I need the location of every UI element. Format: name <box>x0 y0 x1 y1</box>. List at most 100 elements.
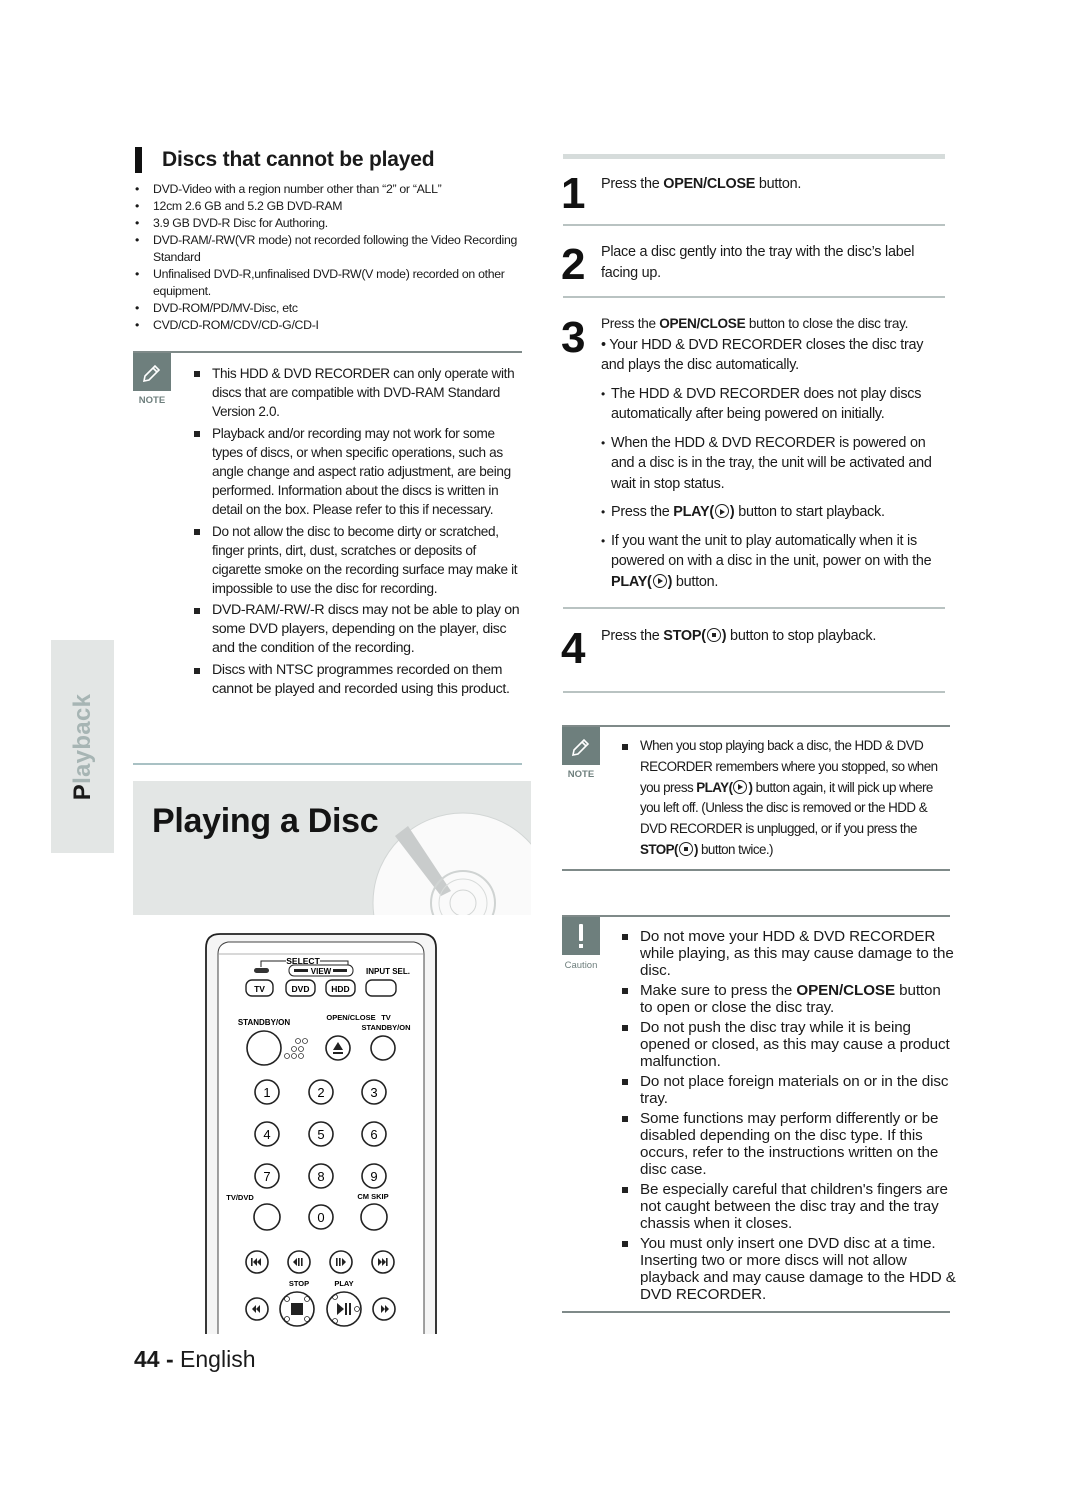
input-sel-button <box>365 979 397 997</box>
input-sel-label: INPUT SEL. <box>366 967 410 976</box>
remote-control-illustration: SELECT VIEW INPUT SEL. TV DVD HDD STANDB… <box>198 928 444 1334</box>
stop-icon <box>706 628 721 642</box>
note-divider <box>562 869 950 871</box>
standby-button <box>246 1030 282 1066</box>
digit-1: 1 <box>263 1085 270 1100</box>
note-list: When you stop playing back a disc, the H… <box>616 736 951 861</box>
caution-item: Do not place foreign materials on or in … <box>616 1073 956 1107</box>
digit-9: 9 <box>370 1169 377 1184</box>
note-label: NOTE <box>567 769 595 780</box>
note-item: Discs with NTSC programmes recorded on t… <box>188 661 522 699</box>
view-label: VIEW <box>311 967 332 976</box>
chapter-tab-label: Playback <box>68 693 96 800</box>
caution-badge: Caution <box>562 917 600 971</box>
play-icon <box>714 504 729 518</box>
bullet-item: If you want the unit to play automatical… <box>601 531 946 593</box>
caution-item: You must only insert one DVD disc at a t… <box>616 1235 956 1303</box>
chapter-banner: Playing a Disc <box>133 781 531 915</box>
steps-top-rule <box>563 154 945 159</box>
list-item: Unfinalised DVD-R,unfinalised DVD-RW(V m… <box>134 266 524 300</box>
digit-2: 2 <box>317 1085 324 1100</box>
digit-3: 3 <box>370 1085 377 1100</box>
standby-label: STANDBY/ON <box>238 1018 291 1027</box>
digit-5: 5 <box>317 1127 324 1142</box>
chapter-tab: Playback <box>51 640 114 853</box>
bullet-item: Press the PLAY() button to start playbac… <box>601 502 946 523</box>
caution-divider <box>562 915 950 917</box>
note-label: NOTE <box>138 395 166 406</box>
note-item: Do not allow the disc to become dirty or… <box>188 522 522 598</box>
step-number: 2 <box>561 240 586 289</box>
tv-label: TV <box>381 1013 391 1022</box>
caution-item: Do not push the disc tray while it is be… <box>616 1019 956 1070</box>
page-number: 44 - English <box>134 1346 256 1372</box>
step-3-bullets: The HDD & DVD RECORDER does not play dis… <box>601 384 946 593</box>
digit-0: 0 <box>317 1210 324 1225</box>
step-number: 1 <box>561 169 586 218</box>
hdd-button: HDD <box>331 984 349 994</box>
play-icon <box>652 573 667 588</box>
note-divider <box>562 725 950 727</box>
caution-item: Do not move your HDD & DVD RECORDER whil… <box>616 928 956 979</box>
page-title: Playing a Disc <box>152 802 379 840</box>
list-item: CVD/CD-ROM/CDV/CD-G/CD-I <box>134 317 524 334</box>
tv-standby-button <box>370 1035 396 1061</box>
tv-button: TV <box>254 984 265 994</box>
caution-item: Some functions may perform differently o… <box>616 1110 956 1178</box>
tv-dvd-button <box>253 1203 281 1231</box>
section-title: Discs that cannot be played <box>162 148 435 171</box>
stop-icon <box>678 841 693 856</box>
digit-8: 8 <box>317 1169 324 1184</box>
section-heading: Discs that cannot be played <box>135 146 435 174</box>
pencil-icon <box>133 353 171 391</box>
unplayable-disc-list: DVD-Video with a region number other tha… <box>134 181 524 334</box>
note-badge: NOTE <box>133 353 171 406</box>
play-icon <box>733 779 748 794</box>
step-text: Press the STOP() button to stop playback… <box>601 628 877 644</box>
caution-item: Make sure to press the OPEN/CLOSE button… <box>616 982 956 1016</box>
caution-divider <box>562 1311 950 1313</box>
stop-label: STOP <box>289 1279 309 1288</box>
note-item: DVD-RAM/-RW/-R discs may not be able to … <box>188 601 522 658</box>
step-number: 4 <box>561 624 586 673</box>
list-item: 12cm 2.6 GB and 5.2 GB DVD-RAM <box>134 198 524 215</box>
section-divider <box>133 763 522 765</box>
digit-7: 7 <box>263 1169 270 1184</box>
list-item: DVD-ROM/PD/MV-Disc, etc <box>134 300 524 317</box>
digit-6: 6 <box>370 1127 377 1142</box>
note-item: This HDD & DVD RECORDER can only operate… <box>188 364 522 421</box>
cm-skip-button <box>360 1203 388 1231</box>
heading-bar <box>135 147 142 173</box>
bullet-item: When the HDD & DVD RECORDER is powered o… <box>601 433 946 495</box>
pencil-icon <box>562 727 600 765</box>
caution-item: Be especially careful that children's fi… <box>616 1181 956 1232</box>
cm-skip-label: CM SKIP <box>357 1192 388 1201</box>
note-divider <box>133 351 522 353</box>
step-divider <box>563 224 945 226</box>
note-badge: NOTE <box>562 727 600 780</box>
step-divider <box>563 607 945 609</box>
list-item: DVD-Video with a region number other tha… <box>134 181 524 198</box>
tv-dvd-label: TV/DVD <box>226 1193 254 1202</box>
open-close-label: OPEN/CLOSE <box>326 1013 375 1022</box>
note-list: This HDD & DVD RECORDER can only operate… <box>188 364 522 702</box>
step-text: Press the OPEN/CLOSE button to close the… <box>601 314 946 600</box>
caution-list: Do not move your HDD & DVD RECORDER whil… <box>616 928 956 1306</box>
step-text: Place a disc gently into the tray with t… <box>601 244 915 281</box>
step-forward-button <box>329 1250 353 1274</box>
step-divider <box>563 296 945 298</box>
dvd-button: DVD <box>292 984 310 994</box>
bullet-item: The HDD & DVD RECORDER does not play dis… <box>601 384 946 425</box>
list-item: DVD-RAM/-RW(VR mode) not recorded follow… <box>134 232 524 266</box>
note-item: Playback and/or recording may not work f… <box>188 424 522 519</box>
caution-label: Caution <box>564 960 598 971</box>
exclamation-icon <box>562 917 600 955</box>
step-text: Press the OPEN/CLOSE button. <box>601 176 802 192</box>
step-number: 3 <box>561 313 586 362</box>
tv-standby-label: STANDBY/ON <box>361 1023 410 1032</box>
list-item: 3.9 GB DVD-R Disc for Authoring. <box>134 215 524 232</box>
note-item: When you stop playing back a disc, the H… <box>616 736 951 861</box>
step-divider <box>563 691 945 693</box>
play-label: PLAY <box>334 1279 353 1288</box>
digit-4: 4 <box>263 1127 270 1142</box>
